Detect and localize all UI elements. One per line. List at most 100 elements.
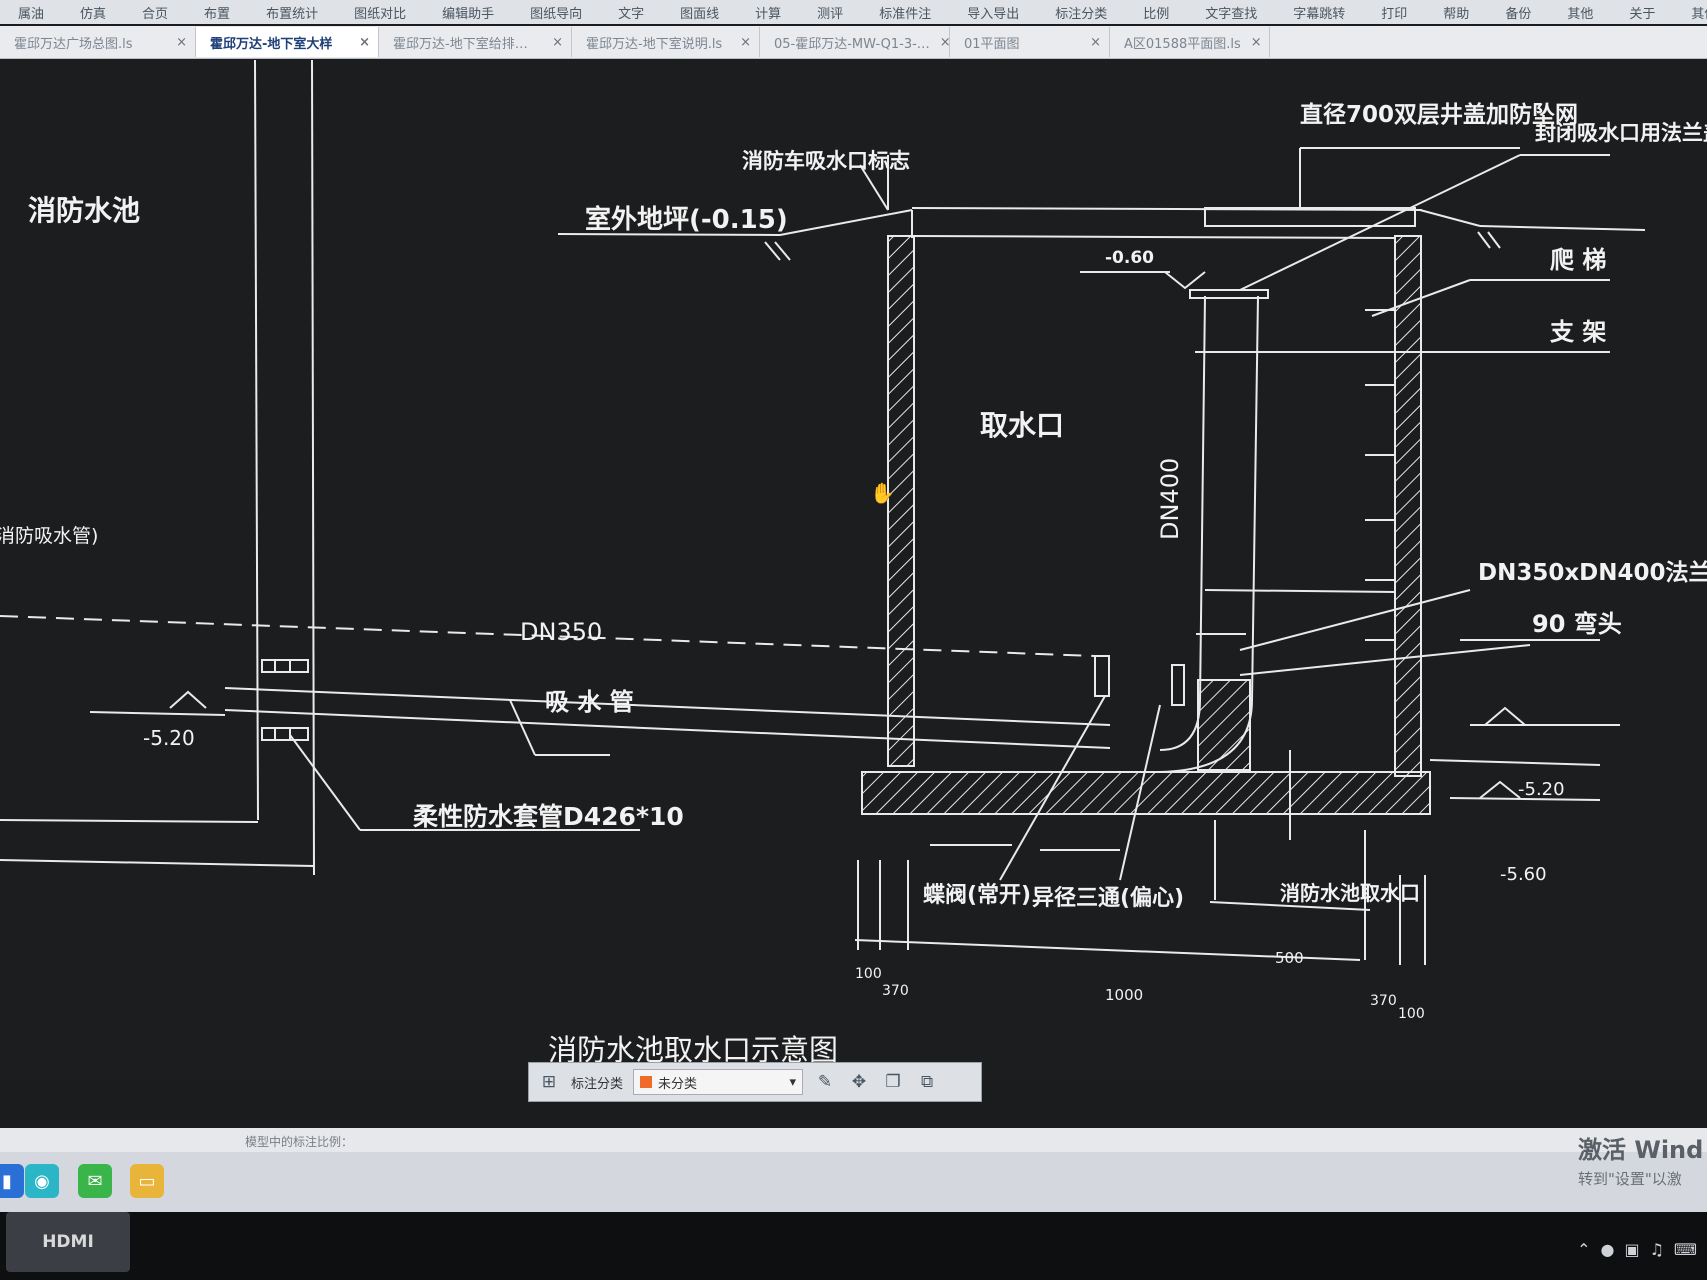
hdmi-logo: HDMI — [6, 1212, 130, 1272]
menu-item[interactable]: 编辑助手 — [424, 0, 512, 24]
wechat-icon[interactable]: ✉ — [78, 1164, 112, 1198]
suction-pipe-label: 吸 水 管 — [545, 688, 634, 716]
monitor-bezel — [0, 1212, 1707, 1280]
dimension-500: 500 — [1275, 949, 1304, 967]
edit-icon[interactable]: ✎ — [813, 1070, 837, 1094]
menu-item[interactable]: 备份 — [1487, 0, 1549, 24]
tab-label: 霍邱万达-地下室大样 — [210, 36, 333, 52]
document-tab[interactable]: 霍邱万达-地下室说明.ls × — [572, 27, 760, 57]
close-icon[interactable]: × — [1090, 35, 1101, 50]
cad-canvas[interactable]: 消防水池 消防吸水管) 室外地坪(-0.15) 消防车吸水口标志 直径700双层… — [0, 60, 1707, 1080]
tab-label: 霍邱万达广场总图.ls — [14, 36, 133, 52]
close-icon[interactable]: × — [552, 35, 563, 50]
truck-mark-label: 消防车吸水口标志 — [742, 149, 910, 173]
menu-item[interactable]: 合页 — [124, 0, 186, 24]
document-tab[interactable]: 霍邱万达广场总图.ls × — [0, 27, 196, 57]
menu-bar: 属油 仿真 合页 布置 布置统计 图纸对比 编辑助手 图纸导向 文字 图面线 计算 测评 标准件注 导入导… — [0, 0, 1707, 24]
close-icon[interactable]: × — [176, 35, 187, 50]
menu-item[interactable]: 比例 — [1125, 0, 1187, 24]
dimension-1000: 1000 — [1105, 986, 1143, 1004]
reducer-tee-label: DN350xDN400法兰三通 — [1478, 559, 1707, 586]
dn350-label: DN350 — [520, 618, 602, 646]
outdoor-ground-label: 室外地坪(-0.15) — [585, 204, 788, 235]
grid-icon[interactable]: ⊞ — [537, 1070, 561, 1094]
folder-icon[interactable]: ▭ — [130, 1164, 164, 1198]
menu-item[interactable]: 文字查找 — [1187, 0, 1275, 24]
document-tab[interactable]: 05-霍邱万达-MW-Q1-3-… × — [760, 27, 951, 57]
move-icon[interactable]: ✥ — [847, 1070, 871, 1094]
category-select-value: 未分类 — [658, 1076, 698, 1092]
toolbar-label: 标注分类 — [571, 1076, 624, 1092]
menu-item[interactable]: 布置统计 — [248, 0, 336, 24]
menu-item[interactable]: 其他 — [1549, 0, 1611, 24]
pool-pipe-label: 消防吸水管) — [0, 525, 98, 547]
pool-wall-outer — [311, 60, 315, 876]
annotation-category-toolbar: ⊞ 标注分类 未分类 ▾ ✎ ✥ ❐ ⧉ — [528, 1062, 982, 1102]
up-arrow-icon[interactable]: ⌃ — [1577, 1240, 1590, 1259]
pit-floor-slab — [861, 771, 1431, 815]
menu-item[interactable]: 图纸对比 — [336, 0, 424, 24]
elevation-520-right: -5.20 — [1518, 779, 1565, 800]
document-tab[interactable]: 霍邱万达-地下室给排… × — [379, 27, 572, 57]
menu-item[interactable]: 计算 — [737, 0, 799, 24]
menu-item[interactable]: 标注分类 — [1037, 0, 1125, 24]
tab-label: 05-霍邱万达-MW-Q1-3-… — [774, 36, 930, 52]
dn400-label: DN400 — [1156, 458, 1184, 540]
menu-item[interactable]: 图纸导向 — [512, 0, 600, 24]
pool-label: 消防水池 — [28, 194, 140, 227]
pool-wall-inner — [254, 60, 259, 821]
butterfly-valve-label: 蝶阀(常开) — [923, 882, 1031, 908]
menu-item[interactable]: 标准件注 — [861, 0, 949, 24]
hand-cursor-icon: ✋ — [870, 481, 895, 505]
menu-item[interactable]: 布置 — [186, 0, 248, 24]
close-icon[interactable]: × — [1251, 35, 1262, 50]
tab-label: A区01588平面图.ls — [1124, 36, 1241, 52]
document-tab[interactable]: A区01588平面图.ls × — [1110, 27, 1270, 57]
volume-icon[interactable]: ♫ — [1650, 1240, 1664, 1259]
app-icon[interactable]: ▮ — [0, 1164, 24, 1198]
menu-item[interactable]: 关于 — [1611, 0, 1673, 24]
pool-intake-label: 消防水池取水口 — [1280, 881, 1420, 905]
intake-label: 取水口 — [980, 409, 1064, 442]
keyboard-icon[interactable]: ⌨ — [1674, 1240, 1697, 1259]
tab-label: 霍邱万达-地下室说明.ls — [586, 36, 723, 52]
system-tray: ⌃ ● ▣ ♫ ⌨ — [1577, 1240, 1707, 1259]
menu-item[interactable]: 其他 — [1673, 0, 1707, 24]
status-bar: 模型中的标注比例： — [0, 1128, 1707, 1152]
menu-item[interactable]: 仿真 — [62, 0, 124, 24]
document-tab[interactable]: 01平面图 × — [950, 27, 1110, 57]
dimension-100-right: 100 — [1398, 1006, 1425, 1022]
dimension-370-left: 370 — [882, 983, 909, 999]
close-icon[interactable]: × — [359, 35, 370, 50]
activate-windows-subtext: 转到"设置"以激 — [1578, 1170, 1682, 1188]
elevation-560: -5.60 — [1500, 864, 1547, 885]
taskbar: ▮ ◉ ✉ ▭ — [0, 1152, 1707, 1212]
ladder-label: 爬 梯 — [1550, 246, 1606, 274]
category-color-swatch — [640, 1076, 653, 1088]
menu-item[interactable]: 测评 — [799, 0, 861, 24]
menu-item[interactable]: 导入导出 — [949, 0, 1037, 24]
menu-item[interactable]: 帮助 — [1425, 0, 1487, 24]
chevron-down-icon: ▾ — [789, 1074, 797, 1090]
elevation-060: -0.60 — [1105, 248, 1154, 268]
status-text: 模型中的标注比例： — [245, 1135, 354, 1149]
tab-label: 霍邱万达-地下室给排… — [393, 36, 528, 52]
dimension-100-left: 100 — [855, 966, 882, 982]
menu-item[interactable]: 字幕跳转 — [1275, 0, 1363, 24]
app-icon[interactable]: ◉ — [25, 1164, 59, 1198]
elevation-520-left: -5.20 — [143, 726, 195, 750]
dimension-370-right: 370 — [1370, 993, 1397, 1009]
menu-item[interactable]: 文字 — [600, 0, 662, 24]
menu-item[interactable]: 图面线 — [662, 0, 737, 24]
document-tab[interactable]: 霍邱万达-地下室大样 × — [196, 27, 379, 57]
copy-icon[interactable]: ❐ — [881, 1070, 905, 1094]
close-icon[interactable]: × — [740, 35, 751, 50]
menu-item[interactable]: 属油 — [0, 0, 62, 24]
tray-app-icon[interactable]: ● — [1600, 1240, 1614, 1259]
document-tab-bar: 霍邱万达广场总图.ls × 霍邱万达-地下室大样 × 霍邱万达-地下室给排… × 霍邱万达-… — [0, 26, 1707, 59]
sleeve-label: 柔性防水套管D426*10 — [413, 802, 684, 831]
paste-icon[interactable]: ⧉ — [915, 1070, 939, 1094]
network-icon[interactable]: ▣ — [1624, 1240, 1639, 1259]
category-select[interactable]: 未分类 ▾ — [633, 1069, 804, 1095]
menu-item[interactable]: 打印 — [1363, 0, 1425, 24]
